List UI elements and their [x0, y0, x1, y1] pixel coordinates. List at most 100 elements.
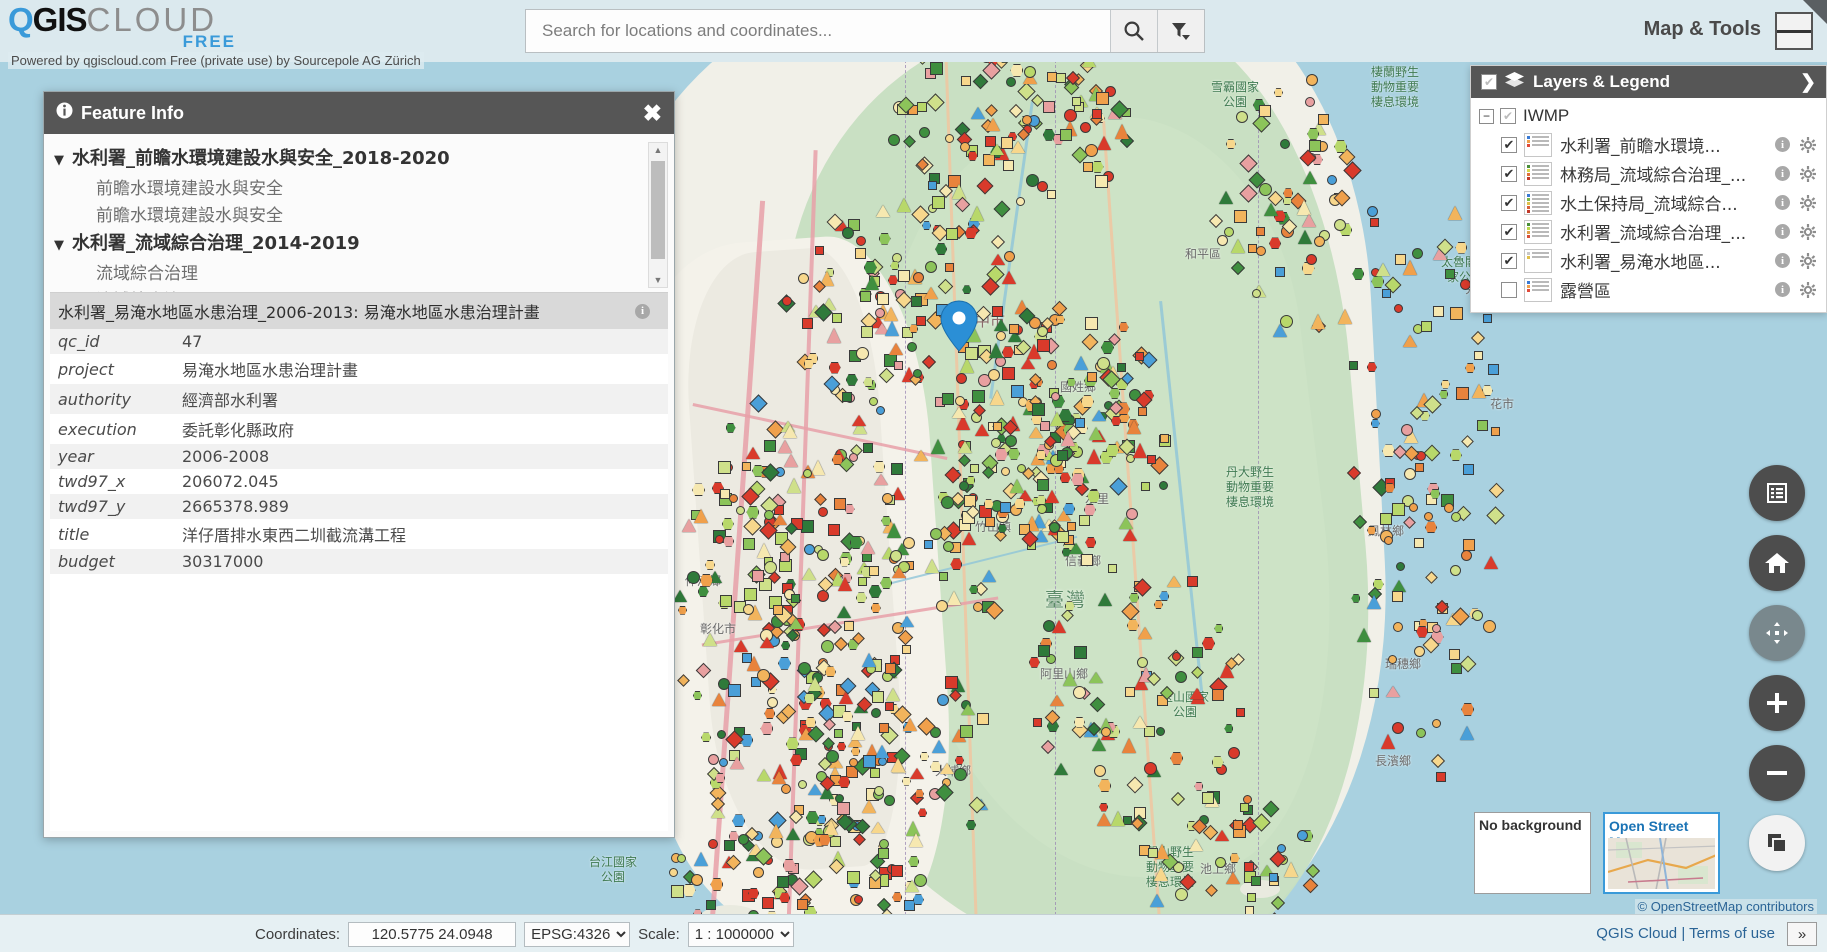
map-feature-marker[interactable] — [1174, 888, 1188, 902]
map-feature-marker[interactable] — [790, 593, 800, 603]
map-feature-marker[interactable] — [903, 900, 915, 912]
map-feature-marker[interactable] — [1317, 114, 1329, 126]
map-feature-marker[interactable] — [729, 756, 744, 769]
map-feature-marker[interactable] — [1037, 338, 1051, 352]
map-feature-marker[interactable] — [1134, 352, 1144, 362]
map-feature-marker[interactable] — [686, 570, 700, 584]
coordinates-input[interactable] — [348, 921, 517, 947]
map-feature-marker[interactable] — [1050, 392, 1060, 402]
map-feature-marker[interactable] — [944, 134, 954, 144]
map-feature-marker[interactable] — [989, 389, 1004, 405]
map-feature-marker[interactable] — [902, 537, 915, 550]
map-feature-marker[interactable] — [801, 318, 813, 330]
map-feature-marker[interactable] — [1482, 314, 1492, 324]
map-feature-marker[interactable] — [1251, 288, 1261, 298]
map-feature-marker[interactable] — [1133, 443, 1148, 459]
map-feature-marker[interactable] — [841, 392, 852, 403]
map-feature-marker[interactable] — [861, 653, 876, 668]
map-feature-marker[interactable] — [911, 295, 923, 307]
map-feature-marker[interactable] — [818, 506, 829, 517]
layer-row[interactable]: 水利署_易淹水地區... i — [1477, 246, 1820, 275]
map-feature-marker[interactable] — [860, 540, 875, 554]
map-feature-marker[interactable] — [763, 439, 776, 452]
map-feature-marker[interactable] — [837, 801, 851, 815]
map-feature-marker[interactable] — [877, 292, 890, 305]
map-feature-marker[interactable] — [977, 712, 990, 725]
map-feature-marker[interactable] — [992, 421, 1002, 431]
map-feature-marker[interactable] — [1095, 174, 1109, 188]
map-feature-marker[interactable] — [1201, 792, 1214, 805]
map-feature-marker[interactable] — [831, 313, 842, 324]
qgis-cloud-link[interactable]: QGIS Cloud — [1596, 925, 1677, 942]
search-input[interactable] — [526, 10, 1110, 52]
map-feature-marker[interactable] — [1160, 433, 1170, 443]
map-feature-marker[interactable] — [1449, 306, 1463, 320]
map-feature-marker[interactable] — [1490, 427, 1500, 437]
map-feature-marker[interactable] — [781, 296, 792, 307]
map-feature-marker[interactable] — [948, 312, 959, 323]
map-feature-marker[interactable] — [857, 576, 867, 586]
map-feature-marker[interactable] — [944, 263, 954, 273]
map-feature-marker[interactable] — [1115, 124, 1130, 140]
map-feature-marker[interactable] — [868, 396, 878, 406]
map-feature-marker[interactable] — [843, 621, 854, 632]
layer-visibility-checkbox[interactable] — [1501, 223, 1517, 240]
map-feature-marker[interactable] — [994, 319, 1009, 332]
map-feature-marker[interactable] — [742, 461, 752, 471]
map-feature-marker[interactable] — [1061, 430, 1076, 446]
map-feature-marker[interactable] — [1431, 624, 1441, 634]
map-feature-marker[interactable] — [1459, 278, 1471, 290]
layer-row[interactable]: 水利署_流域綜合治理_... i — [1477, 217, 1820, 246]
map-feature-marker[interactable] — [851, 414, 866, 426]
map-feature-marker[interactable] — [747, 656, 762, 672]
map-feature-marker[interactable] — [1111, 811, 1126, 827]
map-feature-marker[interactable] — [1309, 140, 1322, 153]
map-feature-marker[interactable] — [825, 749, 839, 763]
map-feature-marker[interactable] — [985, 517, 996, 528]
map-feature-marker[interactable] — [999, 501, 1011, 513]
map-feature-marker[interactable] — [1391, 722, 1404, 735]
map-feature-marker[interactable] — [1431, 718, 1441, 728]
map-feature-marker[interactable] — [1089, 671, 1104, 683]
feature-tree-item[interactable]: 前瞻水環境建設水與安全 — [54, 200, 674, 227]
map-feature-marker[interactable] — [942, 540, 954, 552]
map-feature-marker[interactable] — [1093, 764, 1106, 777]
map-feature-marker[interactable] — [988, 368, 1001, 381]
layer-name-label[interactable]: 水利署_易淹水地區... — [1560, 248, 1771, 273]
gear-icon[interactable] — [1800, 136, 1816, 153]
terms-of-use-link[interactable]: Terms of use — [1689, 925, 1775, 942]
map-feature-marker[interactable] — [1092, 738, 1107, 752]
map-feature-marker[interactable] — [742, 603, 754, 615]
map-feature-marker[interactable] — [1069, 543, 1084, 555]
map-feature-marker[interactable] — [891, 567, 906, 579]
map-feature-marker[interactable] — [1369, 687, 1380, 698]
map-feature-marker[interactable] — [1448, 648, 1460, 660]
map-feature-marker[interactable] — [903, 717, 918, 731]
feature-info-scrollbar[interactable]: ▲ ▼ — [648, 142, 668, 288]
map-feature-marker[interactable] — [677, 853, 687, 863]
map-feature-marker[interactable] — [777, 439, 792, 453]
qgis-cloud-logo[interactable]: QGISCLOUD FREE — [8, 3, 258, 55]
map-feature-marker[interactable] — [932, 739, 947, 753]
map-feature-marker[interactable] — [959, 141, 970, 152]
map-feature-marker[interactable] — [929, 61, 943, 75]
map-feature-marker[interactable] — [1143, 761, 1157, 775]
map-feature-marker[interactable] — [1448, 205, 1463, 220]
map-feature-marker[interactable] — [862, 799, 877, 813]
map-feature-marker[interactable] — [672, 590, 687, 603]
map-feature-marker[interactable] — [1062, 671, 1077, 686]
map-feature-marker[interactable] — [1233, 819, 1244, 830]
map-feature-marker[interactable] — [744, 587, 758, 601]
map-feature-marker[interactable] — [1284, 861, 1299, 877]
map-feature-marker[interactable] — [961, 704, 976, 716]
map-feature-marker[interactable] — [808, 676, 823, 691]
map-feature-marker[interactable] — [1138, 627, 1153, 640]
map-feature-marker[interactable] — [962, 532, 977, 546]
map-feature-marker[interactable] — [990, 144, 1005, 156]
map-feature-marker[interactable] — [877, 847, 889, 859]
map-feature-marker[interactable] — [1029, 427, 1044, 439]
info-circle-icon[interactable]: i — [1775, 195, 1790, 210]
scroll-down-icon[interactable]: ▼ — [649, 273, 667, 287]
map-feature-marker[interactable] — [1052, 620, 1066, 634]
map-feature-marker[interactable] — [890, 865, 903, 878]
